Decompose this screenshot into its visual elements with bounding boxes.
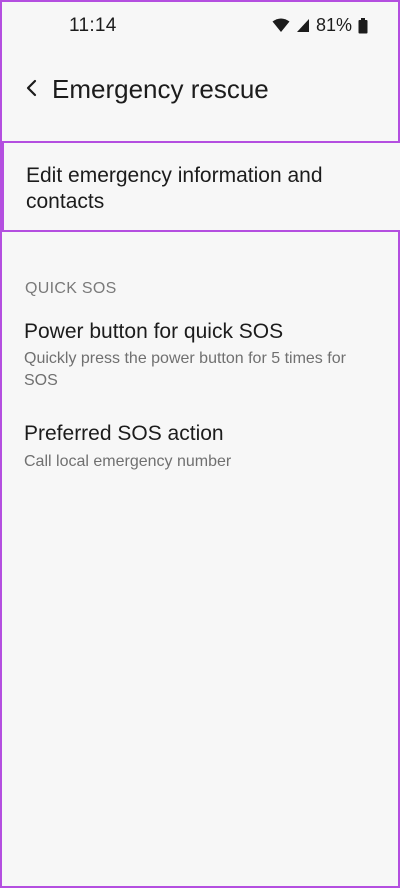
edit-emergency-info-item[interactable]: Edit emergency information and contacts <box>2 141 400 232</box>
preferred-sos-action-item[interactable]: Preferred SOS action Call local emergenc… <box>2 422 398 478</box>
status-icons: 81% <box>272 15 368 36</box>
battery-percent: 81% <box>315 15 352 35</box>
back-button[interactable] <box>18 74 46 102</box>
signal-icon <box>296 18 310 33</box>
app-bar: Emergency rescue <box>2 62 398 118</box>
setting-title: Preferred SOS action <box>24 422 224 445</box>
wifi-icon <box>272 18 290 33</box>
setting-description: Quickly press the power button for 5 tim… <box>24 350 346 389</box>
chevron-left-icon <box>26 79 37 97</box>
page-title: Emergency rescue <box>52 74 269 104</box>
status-bar: 11:14 81% <box>2 2 398 52</box>
battery-icon <box>358 17 368 34</box>
section-header-quick-sos: QUICK SOS <box>25 280 117 297</box>
setting-title: Power button for quick SOS <box>24 320 284 343</box>
app-screen: 11:14 81% Emergency rescue Edit emergenc… <box>0 0 400 888</box>
status-time: 11:14 <box>69 15 117 36</box>
edit-emergency-info-label: Edit emergency information and contacts <box>26 164 323 213</box>
setting-description: Call local emergency number <box>24 453 232 470</box>
power-button-quick-sos-item[interactable]: Power button for quick SOS Quickly press… <box>2 320 398 396</box>
